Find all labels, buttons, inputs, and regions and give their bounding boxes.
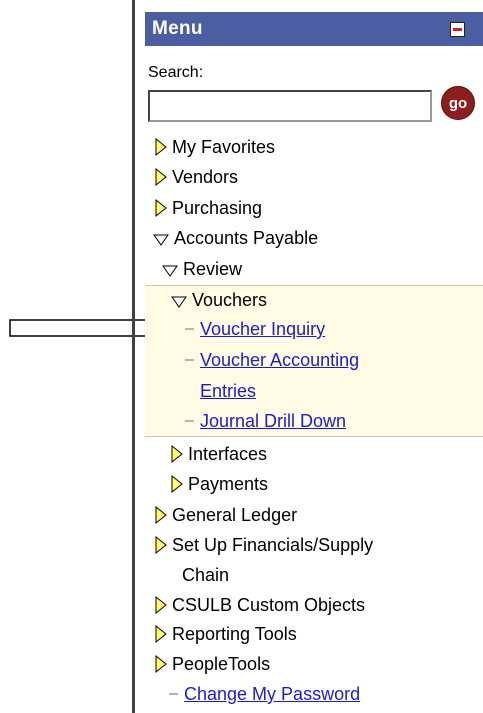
triangle-down-icon (162, 265, 178, 277)
triangle-right-icon (171, 445, 183, 463)
menu-header: Menu (145, 12, 483, 46)
triangle-down-icon (153, 234, 169, 246)
menu-item-vouchers[interactable]: Vouchers (171, 289, 267, 311)
dash-icon (185, 328, 194, 330)
menu-link-voucher-accounting[interactable]: Voucher Accounting (185, 349, 359, 371)
menu-item-interfaces[interactable]: Interfaces (171, 443, 267, 465)
menu-item-accounts-payable[interactable]: Accounts Payable (153, 227, 318, 249)
collapse-icon[interactable] (450, 22, 465, 37)
menu-item-review[interactable]: Review (162, 258, 242, 280)
menu-item-my-favorites[interactable]: My Favorites (155, 136, 275, 158)
menu-panel: Menu Search: go My Favorites Vendors Pur… (145, 0, 483, 713)
menu-item-vendors[interactable]: Vendors (155, 166, 238, 188)
triangle-right-icon (155, 625, 167, 643)
triangle-right-icon (155, 596, 167, 614)
triangle-right-icon (155, 506, 167, 524)
go-button[interactable]: go (441, 86, 475, 120)
menu-item-peopletools[interactable]: PeopleTools (155, 653, 270, 675)
menu-link-change-password[interactable]: Change My Password (169, 683, 360, 705)
triangle-right-icon (155, 655, 167, 673)
menu-title: Menu (152, 18, 203, 39)
triangle-right-icon (171, 475, 183, 493)
menu-item-setup-financials[interactable]: Set Up Financials/Supply (155, 534, 373, 556)
triangle-right-icon (155, 168, 167, 186)
triangle-right-icon (155, 536, 167, 554)
search-input[interactable] (148, 90, 432, 122)
menu-link-voucher-accounting-entries[interactable]: Entries (200, 380, 256, 402)
menu-link-voucher-inquiry[interactable]: Voucher Inquiry (185, 318, 325, 340)
menu-item-payments[interactable]: Payments (171, 473, 268, 495)
menu-item-reporting-tools[interactable]: Reporting Tools (155, 623, 297, 645)
dash-icon (185, 359, 194, 361)
panel-divider (132, 0, 135, 713)
triangle-right-icon (155, 199, 167, 217)
menu-item-setup-financials-chain[interactable]: Chain (182, 564, 229, 586)
triangle-down-icon (171, 296, 187, 308)
dash-icon (169, 693, 178, 695)
dash-icon (185, 420, 194, 422)
menu-item-general-ledger[interactable]: General Ledger (155, 504, 297, 526)
menu-item-purchasing[interactable]: Purchasing (155, 197, 262, 219)
search-label: Search: (148, 64, 204, 81)
menu-item-csulb-custom-objects[interactable]: CSULB Custom Objects (155, 594, 365, 616)
menu-link-journal-drill-down[interactable]: Journal Drill Down (185, 410, 346, 432)
triangle-right-icon (155, 138, 167, 156)
